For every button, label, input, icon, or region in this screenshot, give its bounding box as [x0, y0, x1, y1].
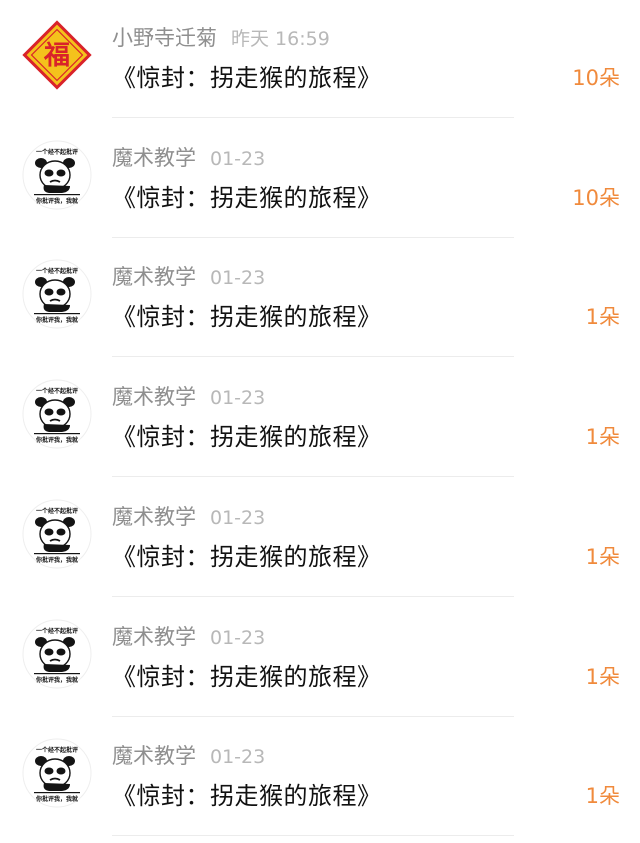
timestamp: 01-23 — [210, 387, 266, 410]
item-meta: 魔术教学 01-23 — [112, 261, 265, 291]
gift-list: 福小野寺迁菊 昨天 16:59 《惊封：拐走猴的旅程》 10朵 一个经不起批评 你批评我，… — [0, 0, 640, 843]
divider — [112, 356, 514, 358]
divider — [112, 595, 514, 597]
timestamp: 01-23 — [210, 626, 266, 649]
flower-count: 10朵 — [572, 66, 620, 90]
timestamp: 01-23 — [210, 506, 266, 529]
panda-top-text: 一个经不起批评 — [36, 148, 78, 156]
panda-avatar-icon[interactable]: 一个经不起批评 你批评我，我就 — [22, 738, 92, 808]
sender-name[interactable]: 魔术教学 — [112, 146, 196, 170]
timestamp: 昨天 16:59 — [231, 28, 330, 50]
timestamp: 01-23 — [210, 267, 266, 290]
sender-name[interactable]: 小野寺迁菊 — [112, 26, 217, 50]
panda-avatar-icon[interactable]: 一个经不起批评 你批评我，我就 — [22, 499, 92, 569]
book-title[interactable]: 《惊封：拐走猴的旅程》 — [112, 58, 382, 93]
flower-count: 10朵 — [572, 185, 620, 210]
panda-top-text: 一个经不起批评 — [36, 746, 78, 754]
timestamp: 01-23 — [210, 746, 266, 769]
list-item[interactable]: 一个经不起批评 你批评我，我就 魔术教学 01-23 《惊封：拐走猴的旅程》 1朵 — [0, 359, 640, 478]
book-title[interactable]: 《惊封：拐走猴的旅程》 — [112, 178, 382, 213]
item-meta: 魔术教学 01-23 — [112, 740, 265, 770]
flower-count: 1朵 — [585, 544, 620, 569]
flower-count: 1朵 — [585, 305, 620, 330]
sender-name[interactable]: 魔术教学 — [112, 265, 196, 289]
list-item[interactable]: 一个经不起批评 你批评我，我就 魔术教学 01-23 《惊封：拐走猴的旅程》 1朵 — [0, 718, 640, 837]
panda-bottom-text: 你批评我，我就 — [35, 556, 78, 564]
item-meta: 小野寺迁菊 昨天 16:59 — [112, 22, 330, 52]
panda-top-text: 一个经不起批评 — [36, 387, 78, 395]
panda-bottom-text: 你批评我，我就 — [35, 436, 78, 444]
list-item[interactable]: 一个经不起批评 你批评我，我就 魔术教学 01-23 《惊封：拐走猴的旅程》 1朵 — [0, 479, 640, 598]
item-meta: 魔术教学 01-23 — [112, 501, 265, 531]
sender-name[interactable]: 魔术教学 — [112, 505, 196, 529]
flower-count: 1朵 — [585, 784, 620, 809]
panda-top-text: 一个经不起批评 — [36, 627, 78, 635]
flower-count: 1朵 — [585, 425, 620, 450]
divider — [112, 476, 514, 478]
flower-count: 1朵 — [585, 664, 620, 689]
sender-name[interactable]: 魔术教学 — [112, 385, 196, 409]
book-title[interactable]: 《惊封：拐走猴的旅程》 — [112, 417, 382, 452]
list-item[interactable]: 一个经不起批评 你批评我，我就 魔术教学 01-23 《惊封：拐走猴的旅程》 1朵 — [0, 599, 640, 718]
book-title[interactable]: 《惊封：拐走猴的旅程》 — [112, 657, 382, 692]
book-title[interactable]: 《惊封：拐走猴的旅程》 — [112, 297, 382, 332]
divider — [112, 117, 514, 118]
panda-avatar-icon[interactable]: 一个经不起批评 你批评我，我就 — [22, 619, 92, 689]
divider — [112, 715, 514, 717]
sender-name[interactable]: 魔术教学 — [112, 744, 196, 768]
panda-avatar-icon[interactable]: 一个经不起批评 你批评我，我就 — [22, 259, 92, 329]
panda-bottom-text: 你批评我，我就 — [35, 795, 78, 803]
fu-avatar-icon[interactable]: 福 — [22, 20, 92, 90]
panda-bottom-text: 你批评我，我就 — [35, 676, 78, 684]
list-item[interactable]: 福 小野寺迁菊 昨天 16:59 《惊封：拐走猴的旅程》 10朵 — [0, 0, 640, 119]
panda-bottom-text: 你批评我，我就 — [35, 316, 78, 324]
sender-name[interactable]: 魔术教学 — [112, 625, 196, 649]
book-title[interactable]: 《惊封：拐走猴的旅程》 — [112, 776, 382, 811]
item-meta: 魔术教学 01-23 — [112, 621, 265, 651]
timestamp: 01-23 — [210, 147, 266, 170]
panda-avatar-icon[interactable]: 一个经不起批评 你批评我，我就 — [22, 140, 92, 210]
item-meta: 魔术教学 01-23 — [112, 381, 265, 411]
divider — [112, 835, 514, 837]
panda-avatar-icon[interactable]: 一个经不起批评 你批评我，我就 — [22, 379, 92, 449]
panda-bottom-text: 你批评我，我就 — [35, 197, 78, 205]
panda-top-text: 一个经不起批评 — [36, 267, 78, 275]
fu-text: 福 — [43, 41, 70, 71]
item-meta: 魔术教学 01-23 — [112, 142, 265, 172]
book-title[interactable]: 《惊封：拐走猴的旅程》 — [112, 537, 382, 572]
list-item[interactable]: 一个经不起批评 你批评我，我就 魔术教学 01-23 《惊封：拐走猴的旅程》 1朵 — [0, 239, 640, 358]
panda-top-text: 一个经不起批评 — [36, 507, 78, 515]
divider — [112, 236, 514, 238]
list-item[interactable]: 一个经不起批评 你批评我，我就 魔术教学 01-23 《惊封：拐走猴的旅程》 10朵 — [0, 120, 640, 239]
